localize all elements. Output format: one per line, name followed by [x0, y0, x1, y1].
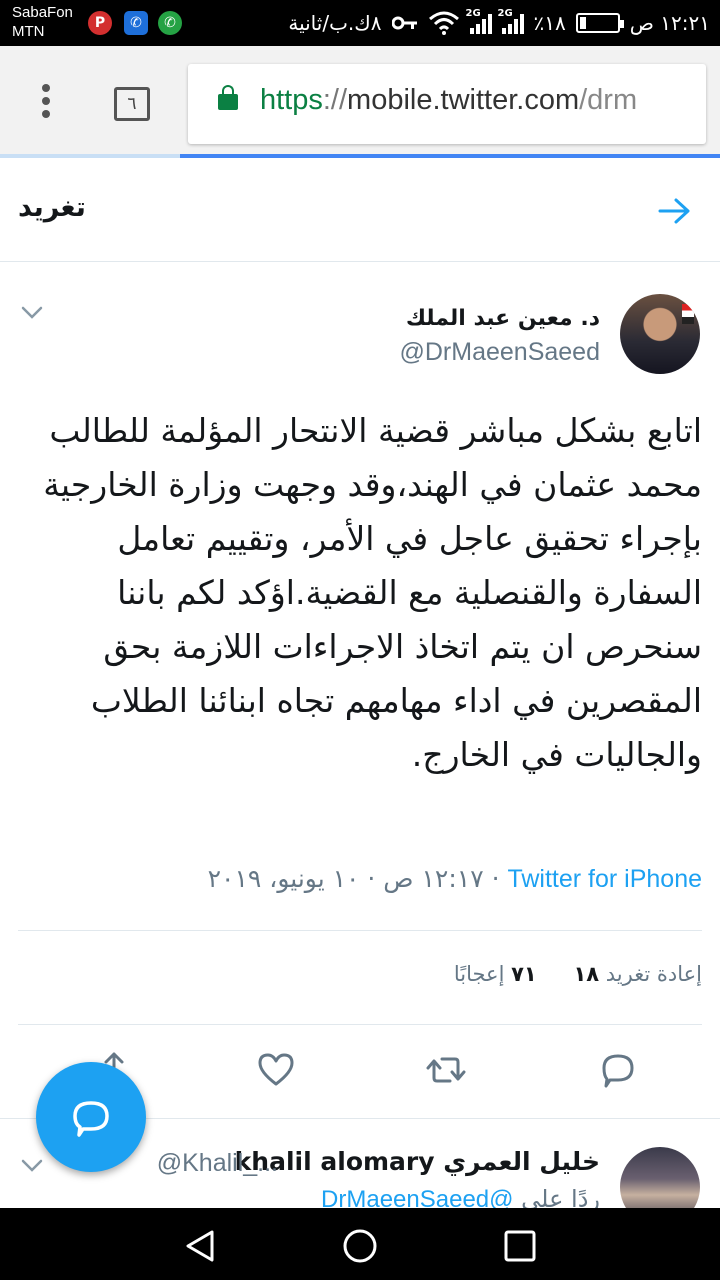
carrier-name-2: MTN — [12, 23, 45, 40]
battery-percent: ٪١٨ — [533, 11, 566, 35]
flag-icon — [682, 304, 694, 324]
url-scheme: https — [260, 84, 323, 116]
carrier-name-1: SabaFon — [12, 4, 73, 21]
chevron-down-icon[interactable] — [20, 1157, 44, 1173]
url-path: /drm — [579, 84, 638, 116]
reply-avatar[interactable] — [620, 1147, 700, 1208]
home-icon[interactable] — [342, 1228, 378, 1264]
reply-to-line: ردًا على @DrMaeenSaeed — [321, 1185, 600, 1208]
like-label: إعجابًا — [453, 962, 505, 986]
signal-icon-sim1: 2G — [466, 8, 492, 34]
tab-switcher-button[interactable]: ٦ — [114, 87, 150, 121]
message-icon — [73, 1101, 109, 1137]
key-icon — [391, 16, 417, 30]
battery-level — [579, 17, 586, 29]
back-icon[interactable] — [182, 1228, 218, 1264]
overflow-menu-icon[interactable] — [36, 84, 56, 124]
page-title: تغريد — [18, 192, 86, 223]
avatar[interactable] — [620, 294, 700, 374]
recents-icon[interactable] — [502, 1228, 538, 1264]
whatsapp-icon: ✆ — [158, 11, 182, 35]
divider — [18, 930, 702, 931]
tweet-text: اتابع بشكل مباشر قضية الانتحار المؤلمة ل… — [43, 411, 702, 774]
page-header: تغريد — [0, 158, 720, 262]
author-handle[interactable]: @DrMaeenSaeed — [400, 338, 601, 367]
retweet-stat[interactable]: إعادة تغريد ١٨ — [573, 962, 702, 986]
url-text[interactable]: https://mobile.twitter.com/drm — [260, 84, 637, 117]
browser-toolbar: ٦ https://mobile.twitter.com/drm — [0, 46, 720, 158]
tweet-timestamp[interactable]: ١٢:١٧ ص · ١٠ يونيو، ٢٠١٩ — [208, 864, 484, 893]
wifi-icon — [428, 11, 459, 35]
reply-to-label: ردًا على — [521, 1185, 600, 1208]
reply-to-mention[interactable]: @DrMaeenSaeed — [321, 1186, 513, 1208]
url-host: mobile.twitter.com — [347, 84, 580, 116]
phone-app-icon: ✆ — [124, 11, 148, 35]
reply-icon[interactable] — [596, 1048, 640, 1092]
clock: ١٢:٢١ ص — [629, 11, 710, 35]
data-speed: ٨ك.ب/ثانية — [288, 11, 382, 35]
reply-display-name[interactable]: khalil alomary خليل العمري — [235, 1147, 600, 1176]
signal-icon-sim2: 2G — [498, 8, 524, 34]
status-bar: SabaFon MTN P ✆ ✆ ٨ك.ب/ثانية 2G 2G ٪١٨ ١… — [0, 0, 720, 46]
retweet-icon[interactable] — [424, 1048, 468, 1092]
like-count: ٧١ — [511, 962, 537, 986]
author-display-name[interactable]: د. معين عبد الملك — [406, 306, 600, 331]
meta-separator: · — [483, 864, 508, 893]
url-separator: :// — [322, 84, 348, 116]
carrier-label: SabaFon MTN — [12, 3, 73, 41]
tweet-author: د. معين عبد الملك @DrMaeenSaeed — [0, 292, 720, 387]
system-nav-bar — [0, 1208, 720, 1280]
tweet-meta: Twitter for iPhone · ١٢:١٧ ص · ١٠ يونيو،… — [208, 864, 702, 894]
tweet-stats: إعادة تغريد ١٨ ٧١ إعجابًا — [454, 962, 702, 986]
divider — [18, 1024, 702, 1025]
address-bar[interactable]: https://mobile.twitter.com/drm — [188, 64, 706, 144]
psiphon-icon: P — [88, 11, 112, 35]
reply-handle[interactable]: @Khalil_... — [157, 1149, 278, 1178]
retweet-count: ١٨ — [573, 962, 600, 986]
retweet-label: إعادة تغريد — [605, 962, 702, 986]
like-stat[interactable]: ٧١ إعجابًا — [454, 962, 537, 986]
like-icon[interactable] — [254, 1048, 298, 1092]
lock-icon — [218, 85, 238, 110]
compose-button[interactable] — [36, 1062, 146, 1172]
battery-icon — [575, 13, 624, 33]
back-arrow-icon[interactable] — [656, 196, 692, 226]
status-indicators: ٨ك.ب/ثانية 2G 2G ٪١٨ ١٢:٢١ ص — [288, 0, 710, 46]
chevron-down-icon[interactable] — [20, 304, 44, 320]
tweet-source[interactable]: Twitter for iPhone — [507, 865, 702, 893]
